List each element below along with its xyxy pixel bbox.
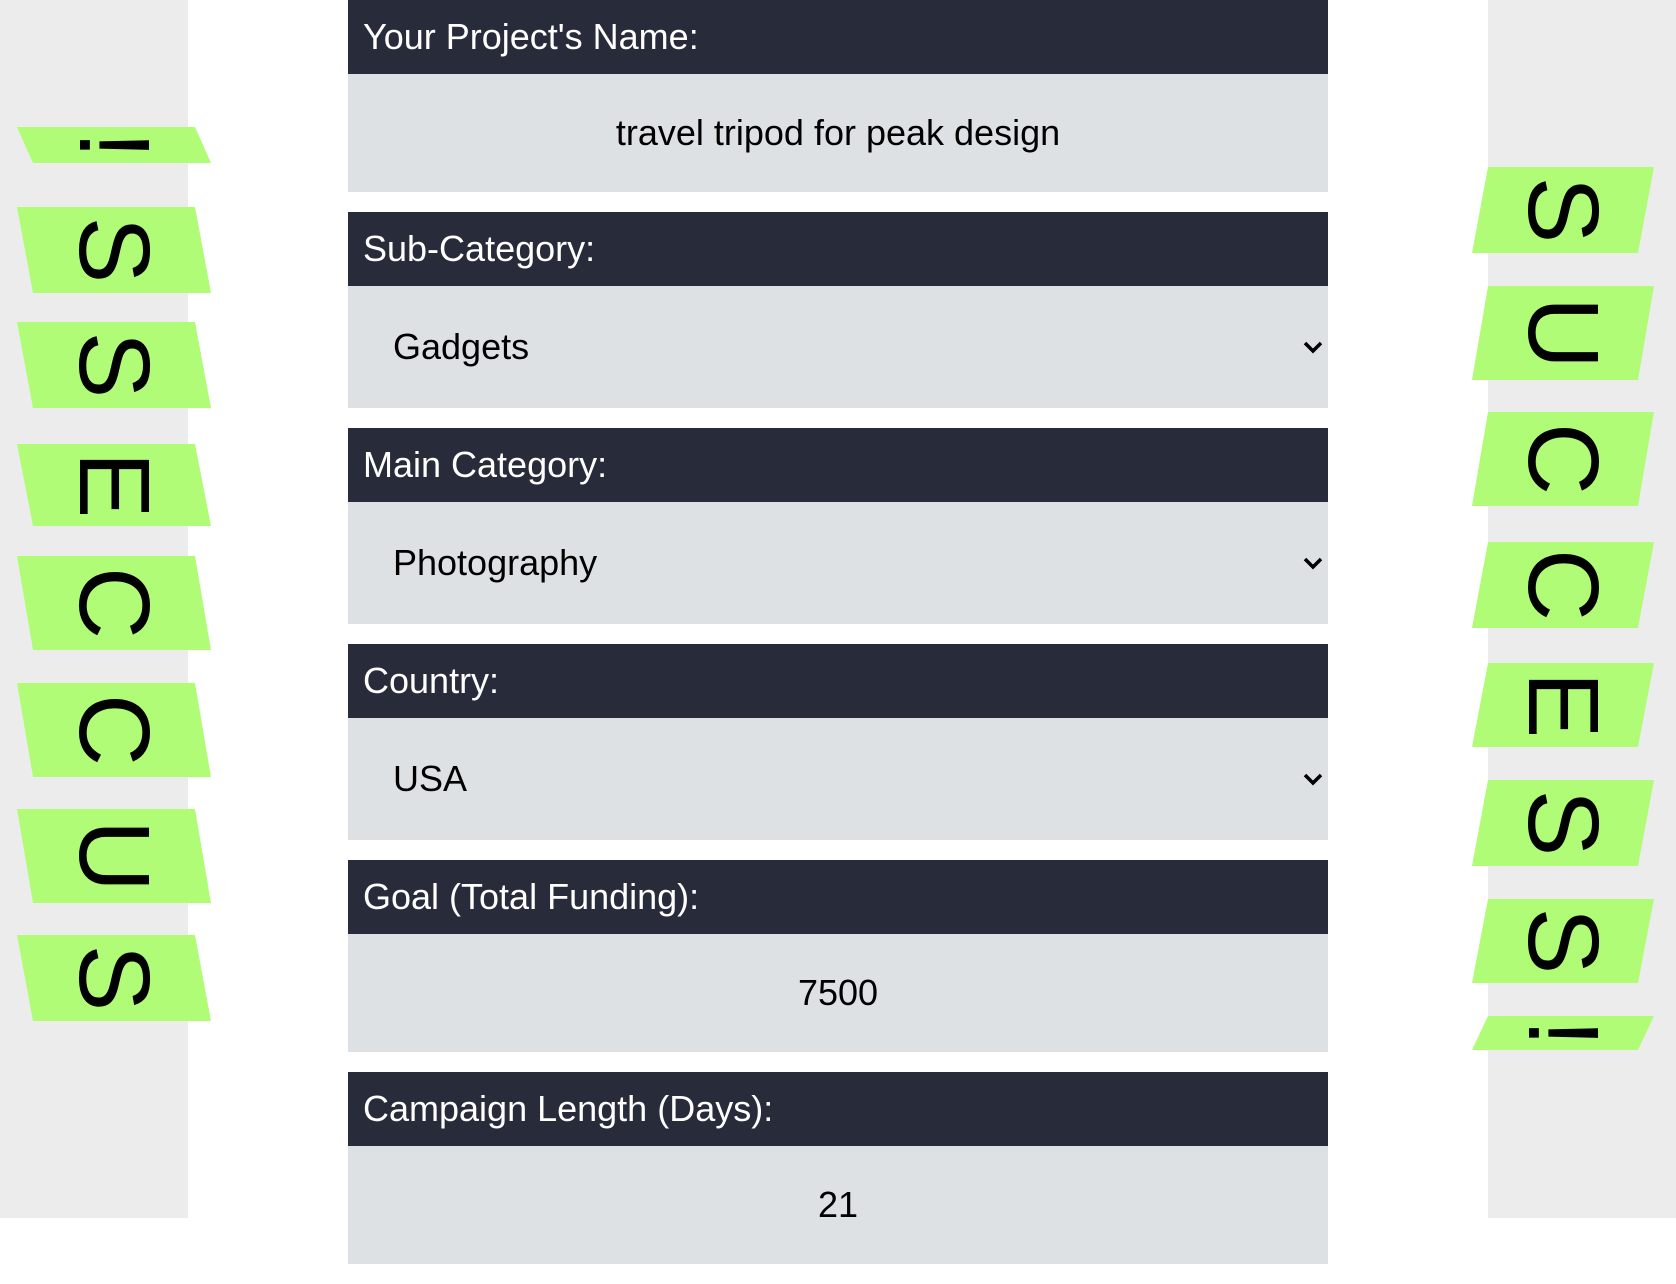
country-label: Country:	[348, 644, 1328, 718]
chevron-down-icon	[1303, 773, 1323, 786]
project-form: Your Project's Name: travel tripod for p…	[348, 0, 1328, 1284]
country-select[interactable]: USA	[348, 718, 1328, 840]
main-category-field: Main Category: Photography	[348, 428, 1328, 624]
project-name-input[interactable]: travel tripod for peak design	[348, 74, 1328, 192]
sub-category-label: Sub-Category:	[348, 212, 1328, 286]
project-name-label: Your Project's Name:	[348, 0, 1328, 74]
goal-label: Goal (Total Funding):	[348, 860, 1328, 934]
goal-field: Goal (Total Funding): 7500	[348, 860, 1328, 1052]
goal-input[interactable]: 7500	[348, 934, 1328, 1052]
left-gutter	[0, 0, 188, 1218]
sub-category-field: Sub-Category: Gadgets	[348, 212, 1328, 408]
sub-category-select[interactable]: Gadgets	[348, 286, 1328, 408]
campaign-length-label: Campaign Length (Days):	[348, 1072, 1328, 1146]
sub-category-value: Gadgets	[393, 326, 530, 367]
campaign-length-input[interactable]: 21	[348, 1146, 1328, 1264]
country-field: Country: USA	[348, 644, 1328, 840]
campaign-length-field: Campaign Length (Days): 21	[348, 1072, 1328, 1264]
main-category-select[interactable]: Photography	[348, 502, 1328, 624]
right-gutter	[1488, 0, 1676, 1218]
main-category-label: Main Category:	[348, 428, 1328, 502]
chevron-down-icon	[1303, 557, 1323, 570]
country-value: USA	[393, 758, 468, 799]
project-name-field: Your Project's Name: travel tripod for p…	[348, 0, 1328, 192]
main-category-value: Photography	[393, 542, 598, 583]
chevron-down-icon	[1303, 341, 1323, 354]
